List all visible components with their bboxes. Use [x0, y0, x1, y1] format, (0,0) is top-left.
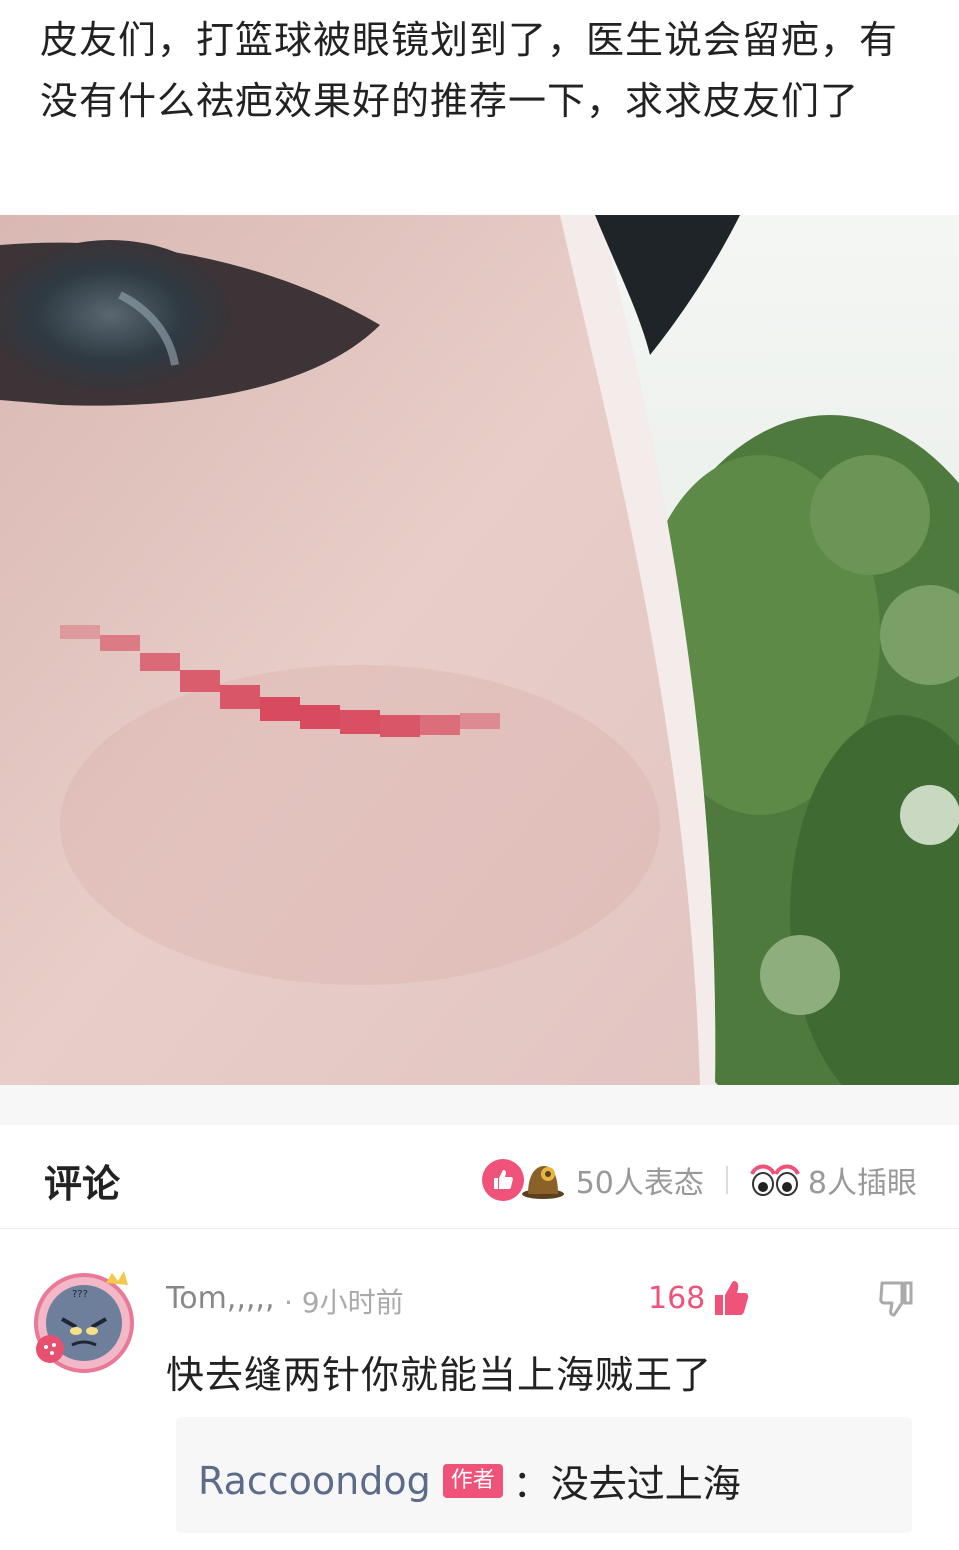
reply-text: 没去过上海	[550, 1462, 741, 1506]
divider	[725, 1166, 728, 1194]
avatar[interactable]: ???	[32, 1269, 136, 1373]
post-photo-image	[0, 215, 959, 1085]
comment-time: · 9小时前	[284, 1286, 404, 1319]
peek-count: 8人插眼	[807, 1166, 917, 1201]
post-photo[interactable]	[0, 215, 959, 1085]
thumbs-down-icon[interactable]	[876, 1279, 916, 1319]
reactions-bar[interactable]: 50人表态 8人插眼	[481, 1157, 917, 1203]
reactions-count: 50人表态	[575, 1166, 704, 1201]
reply-author[interactable]: Raccoondog	[198, 1459, 431, 1503]
post-text: 皮友们，打篮球被眼镜划到了，医生说会留疤，有没有什么祛疤效果好的推荐一下，求求皮…	[40, 18, 899, 123]
comment-like-button[interactable]: 168	[648, 1279, 749, 1317]
comment-item: ??? Tom,,,,, · 9小时前 168 快去缝两针你就能当上海贼王了 R…	[0, 1229, 959, 1550]
like-reaction-icon	[481, 1159, 524, 1201]
svg-text:???: ???	[72, 1289, 88, 1300]
comment-author[interactable]: Tom,,,,,	[166, 1281, 275, 1316]
eyes-icon	[750, 1164, 800, 1196]
photo-footer-strip	[0, 1085, 959, 1125]
reply-item: Raccoondog 作者 ： 没去过上海	[198, 1453, 741, 1508]
hat-reaction-icon	[521, 1166, 564, 1199]
reaction-icons	[481, 1159, 566, 1201]
author-badge: 作者	[442, 1463, 503, 1498]
thumbs-up-icon	[715, 1281, 749, 1315]
comment-like-count: 168	[648, 1280, 706, 1316]
reply-separator: ：	[512, 1462, 551, 1506]
comments-title: 评论	[44, 1162, 121, 1206]
comments-header: 评论 50人表态 8人插眼	[0, 1125, 959, 1229]
reply-box[interactable]: Raccoondog 作者 ： 没去过上海	[176, 1417, 912, 1533]
comment-text: 快去缝两针你就能当上海贼王了	[166, 1353, 713, 1397]
